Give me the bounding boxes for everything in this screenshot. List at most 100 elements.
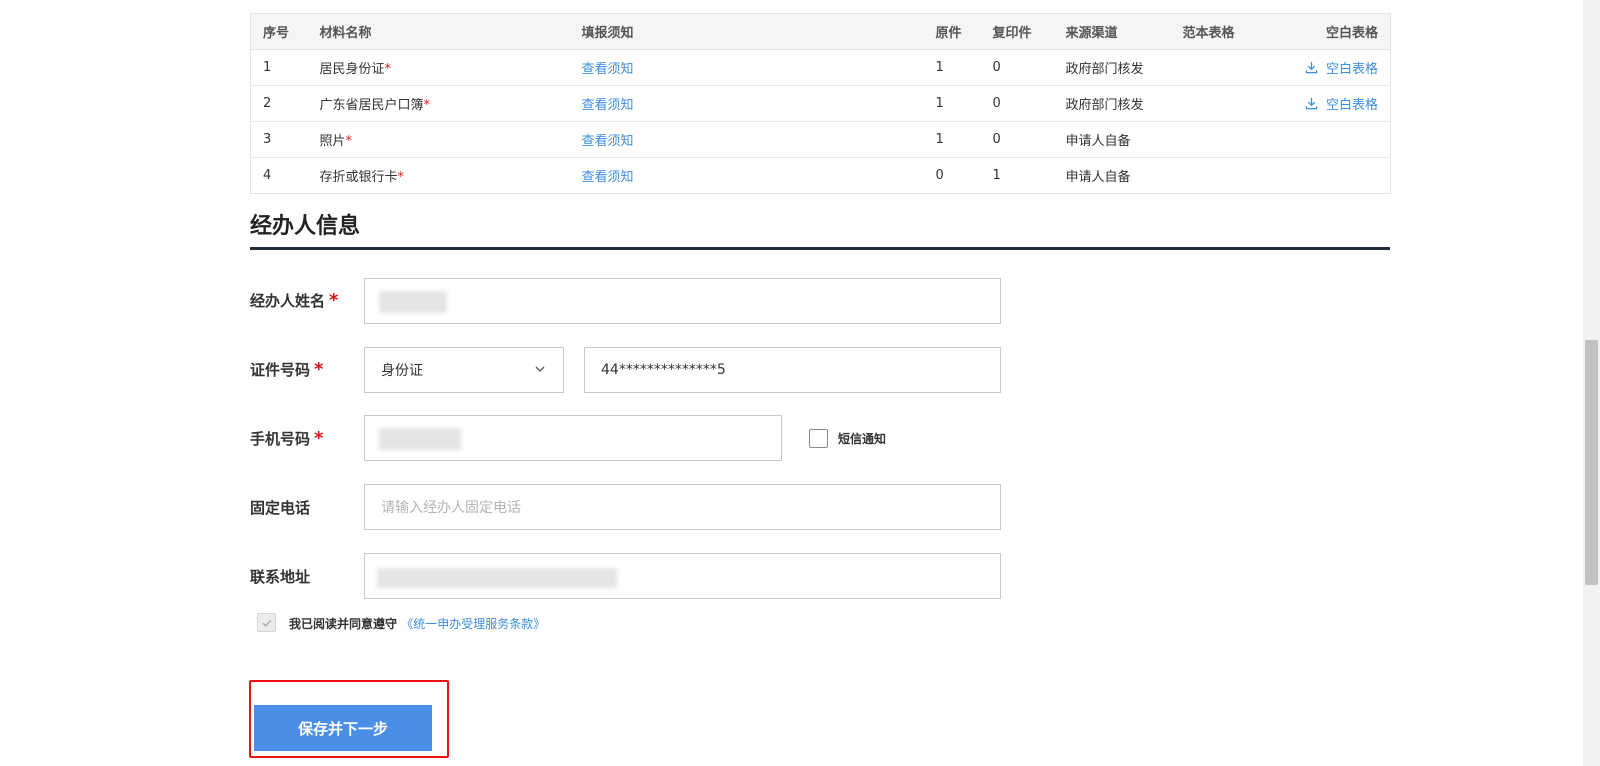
download-blank-form-link[interactable]: 空白表格 (1305, 58, 1378, 77)
redacted-value (379, 291, 447, 313)
id-type-value: 身份证 (381, 363, 423, 379)
row-sample (1171, 158, 1271, 194)
row-blank (1271, 158, 1391, 194)
landline-placeholder: 请输入经办人固定电话 (381, 500, 521, 516)
mobile-input[interactable] (364, 415, 782, 461)
required-star: * (314, 359, 324, 380)
service-terms-link[interactable]: 《统一申办受理服务条款》 (401, 617, 545, 631)
header-original: 原件 (923, 13, 981, 50)
redacted-value (379, 428, 461, 450)
id-type-select[interactable]: 身份证 (364, 347, 564, 393)
download-blank-form-label: 空白表格 (1325, 61, 1378, 77)
row-copy: 0 (980, 49, 1054, 86)
required-mark: * (397, 170, 405, 185)
row-no: 3 (250, 121, 308, 158)
table-row: 3 照片* 查看须知 1 0 申请人自备 (250, 121, 1391, 158)
view-notice-link[interactable]: 查看须知 (582, 134, 634, 149)
row-original: 1 (923, 49, 981, 86)
view-notice-link[interactable]: 查看须知 (582, 170, 634, 185)
handler-name-label-text: 经办人姓名 (250, 292, 326, 310)
row-no: 2 (250, 85, 308, 122)
row-notice: 查看须知 (570, 158, 924, 194)
required-mark: * (345, 134, 353, 149)
scrollbar-thumb[interactable] (1585, 340, 1598, 585)
redacted-value (377, 568, 617, 588)
agreement-prefix: 我已阅读并同意遵守 (289, 617, 398, 631)
row-source: 政府部门核发 (1053, 85, 1171, 122)
view-notice-link[interactable]: 查看须知 (582, 98, 634, 113)
id-number-label-text: 证件号码 (250, 361, 311, 379)
row-notice: 查看须知 (569, 121, 924, 158)
row-original: 0 (935, 168, 944, 183)
id-number-value: 44**************5 (601, 362, 726, 378)
header-blank: 空白表格 (1270, 13, 1391, 50)
row-blank: 空白表格 (1270, 49, 1391, 86)
row-sample (1170, 49, 1271, 86)
agreement-checkbox[interactable] (257, 613, 276, 632)
row-no: 1 (250, 49, 308, 86)
row-sample (1170, 85, 1271, 122)
row-material-name: 居民身份证* (307, 49, 570, 86)
row-sample (1170, 121, 1271, 158)
row-copy: 1 (992, 168, 1001, 183)
mobile-label-text: 手机号码 (250, 430, 311, 448)
material-name-text: 广东省居民户口簿 (319, 98, 424, 113)
row-notice: 查看须知 (569, 85, 924, 122)
sms-notify-checkbox[interactable] (809, 429, 828, 448)
table-row: 4 存折或银行卡* 查看须知 0 1 申请人自备 (251, 158, 1391, 194)
landline-label: 固定电话 (250, 499, 311, 517)
view-notice-link[interactable]: 查看须知 (582, 62, 634, 77)
header-source: 来源渠道 (1053, 13, 1171, 50)
table-row: 2 广东省居民户口簿* 查看须知 1 0 政府部门核发 空白表格 (250, 85, 1391, 122)
section-divider (250, 247, 1390, 250)
row-notice: 查看须知 (569, 49, 924, 86)
id-number-label: 证件号码 * (250, 359, 323, 380)
header-no: 序号 (250, 13, 308, 50)
save-and-next-button[interactable]: 保存并下一步 (254, 705, 432, 751)
chevron-down-icon (535, 366, 545, 372)
required-star: * (329, 290, 339, 311)
material-name-text: 照片 (319, 134, 346, 149)
row-material-name: 照片* (307, 121, 570, 158)
header-name: 材料名称 (307, 13, 570, 50)
mobile-label: 手机号码 * (250, 428, 323, 449)
row-copy: 0 (980, 85, 1054, 122)
download-blank-form-link[interactable]: 空白表格 (1305, 94, 1378, 113)
handler-name-input[interactable] (364, 278, 1001, 324)
landline-input[interactable]: 请输入经办人固定电话 (364, 484, 1001, 530)
row-copy: 0 (980, 121, 1054, 158)
agreement-text: 我已阅读并同意遵守 《统一申办受理服务条款》 (289, 615, 545, 632)
page: 序号 材料名称 填报须知 原件 复印件 来源渠道 范本表格 空白表格 1 居民身… (0, 0, 1600, 766)
header-sample: 范本表格 (1170, 13, 1271, 50)
header-notice: 填报须知 (569, 13, 924, 50)
row-no: 4 (263, 168, 272, 183)
scrollbar-track[interactable] (1583, 0, 1600, 766)
row-material-name: 存折或银行卡* (308, 158, 570, 194)
required-star: * (314, 428, 324, 449)
row-source: 申请人自备 (1053, 121, 1171, 158)
address-input[interactable] (364, 553, 1001, 599)
row-source: 申请人自备 (1065, 170, 1131, 185)
check-icon (261, 619, 272, 627)
materials-table: 序号 材料名称 填报须知 原件 复印件 来源渠道 范本表格 空白表格 1 居民身… (250, 13, 1391, 194)
row-blank: 空白表格 (1270, 85, 1391, 122)
download-icon (1305, 61, 1318, 73)
row-material-name: 广东省居民户口簿* (307, 85, 570, 122)
row-source: 政府部门核发 (1053, 49, 1171, 86)
section-title: 经办人信息 (250, 214, 361, 239)
download-icon (1305, 97, 1318, 109)
address-label: 联系地址 (250, 568, 311, 586)
sms-notify-label: 短信通知 (838, 432, 887, 446)
row-original: 1 (923, 121, 981, 158)
table-row: 1 居民身份证* 查看须知 1 0 政府部门核发 空白表格 (250, 49, 1391, 86)
header-copy: 复印件 (980, 13, 1054, 50)
required-mark: * (423, 98, 431, 113)
row-original: 1 (923, 85, 981, 122)
id-number-input[interactable]: 44**************5 (584, 347, 1001, 393)
handler-name-label: 经办人姓名 * (250, 290, 338, 311)
download-blank-form-label: 空白表格 (1325, 97, 1378, 113)
table-header-row: 序号 材料名称 填报须知 原件 复印件 来源渠道 范本表格 空白表格 (250, 13, 1391, 50)
required-mark: * (384, 62, 392, 77)
row-blank (1270, 121, 1391, 158)
material-name-text: 存折或银行卡 (319, 170, 398, 185)
